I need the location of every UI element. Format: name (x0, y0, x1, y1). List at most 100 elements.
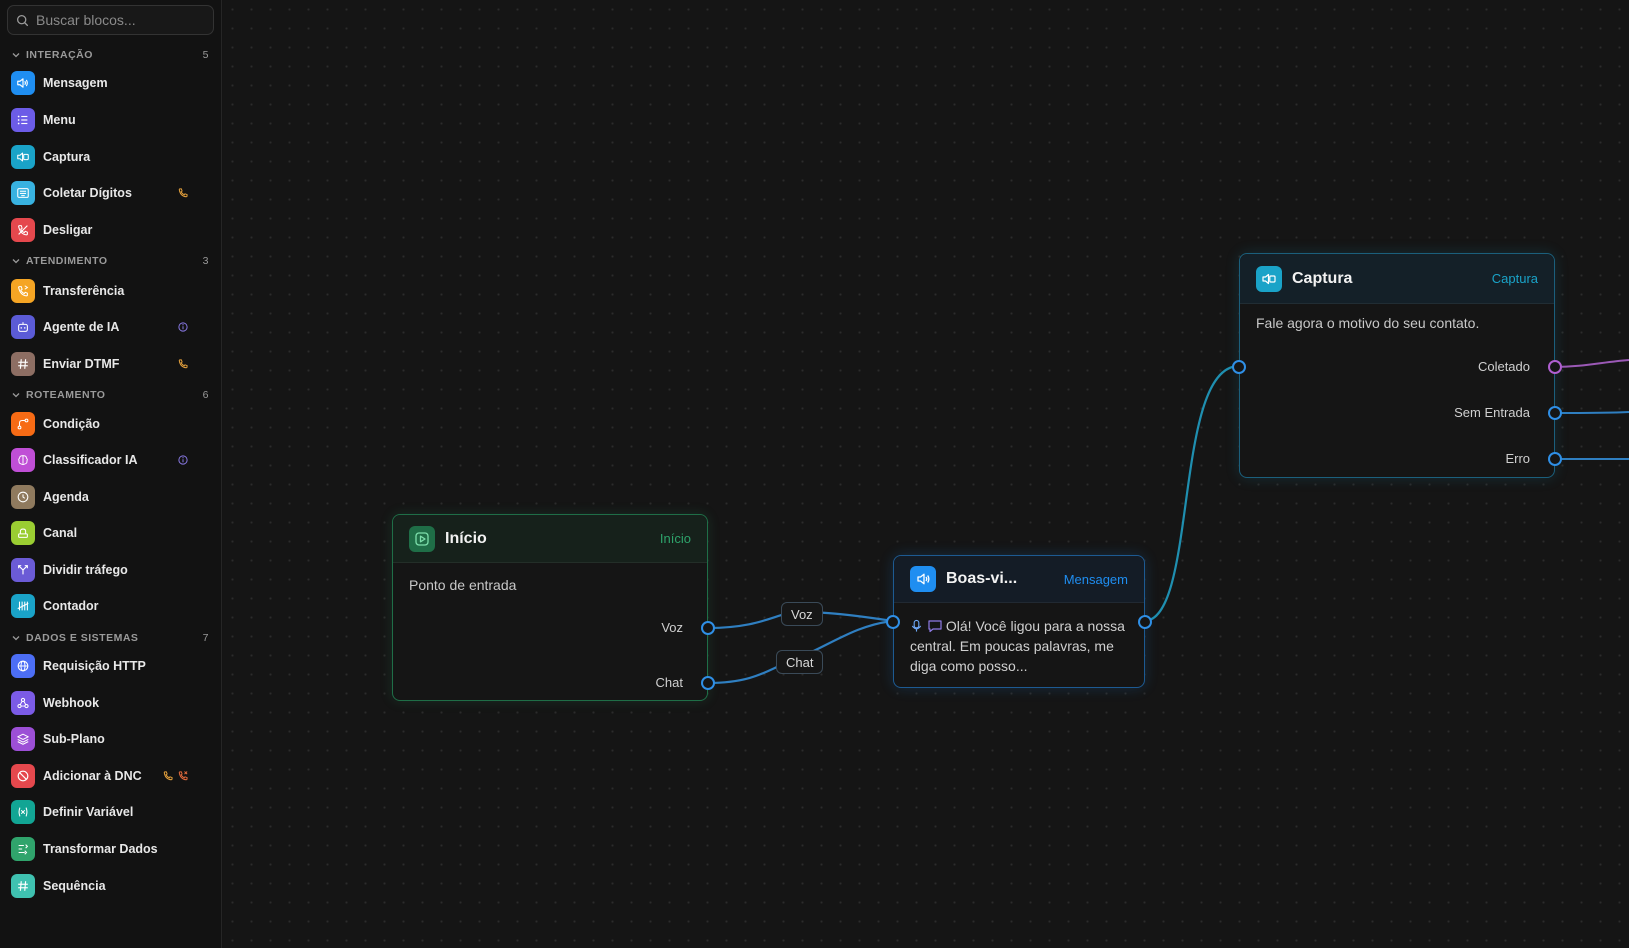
node-title: Boas-vi... (946, 570, 1018, 587)
output-handle-voz[interactable] (701, 621, 715, 635)
brain-icon (11, 448, 35, 472)
section-count: 6 (202, 389, 209, 401)
block-label: Condição (43, 417, 100, 431)
output-handle-erro[interactable] (1548, 452, 1562, 466)
block-label: Contador (43, 599, 99, 613)
node-inicio-header[interactable]: Início Início (393, 515, 707, 563)
output-label-sem-entrada: Sem Entrada (1454, 405, 1530, 420)
output-handle-sem-entrada[interactable] (1548, 406, 1562, 420)
node-captura-header[interactable]: Captura Captura (1240, 254, 1554, 304)
speaker-icon (11, 71, 35, 95)
block-item-transferencia[interactable]: Transferência (4, 274, 216, 308)
node-boas-vindas-header[interactable]: Boas-vi... Mensagem (894, 556, 1144, 603)
chevron-down-icon (12, 259, 20, 264)
block-item-sequencia[interactable]: Sequência (4, 869, 216, 903)
block-item-desligar[interactable]: Desligar (4, 213, 216, 247)
block-item-classificador-ia[interactable]: Classificador IA (4, 443, 216, 477)
output-handle-chat[interactable] (701, 676, 715, 690)
block-label: Enviar DTMF (43, 357, 120, 371)
channel-icon (11, 521, 35, 545)
block-item-contador[interactable]: Contador (4, 589, 216, 623)
output-handle-coletado[interactable] (1548, 360, 1562, 374)
section-header-intera-o[interactable]: INTERAÇÃO 5 (0, 46, 221, 64)
section-header-roteamento[interactable]: ROTEAMENTO 6 (0, 386, 221, 404)
edge-label-chat[interactable]: Chat (776, 650, 824, 674)
block-item-coletar-digitos[interactable]: Coletar Dígitos (4, 176, 216, 210)
hash-icon (11, 874, 35, 898)
block-label: Captura (43, 150, 91, 164)
block-item-agente-de-ia[interactable]: Agente de IA (4, 310, 216, 344)
output-label-voz: Voz (661, 620, 683, 635)
chevron-down-icon (12, 53, 20, 58)
block-item-menu[interactable]: Menu (4, 103, 216, 137)
edge-label-voz[interactable]: Voz (781, 602, 823, 626)
block-label: Mensagem (43, 76, 108, 90)
block-item-canal[interactable]: Canal (4, 516, 216, 550)
edge-captura-sem-entrada[interactable] (1553, 411, 1629, 414)
capture-icon (1256, 265, 1282, 292)
search-box[interactable] (7, 5, 214, 35)
chevron-down-icon (12, 393, 20, 398)
block-item-definir-variavel[interactable]: Definir Variável (4, 795, 216, 829)
block-label: Agente de IA (43, 320, 120, 334)
flow-canvas[interactable]: Voz Chat Início Início Ponto de entrada … (223, 0, 1629, 948)
block-label: Desligar (43, 223, 93, 237)
block-item-captura[interactable]: Captura (4, 140, 216, 174)
section-count: 5 (202, 49, 209, 61)
block-label: Sub-Plano (43, 732, 105, 746)
robot-icon (11, 315, 35, 339)
node-inicio[interactable]: Início Início Ponto de entrada Voz Chat (392, 514, 715, 701)
node-description: Fale agora o motivo do seu contato. (1256, 315, 1480, 331)
phone-icon (177, 187, 189, 199)
block-item-requisicao-http[interactable]: Requisição HTTP (4, 649, 216, 683)
hash-icon (11, 352, 35, 376)
block-label: Agenda (43, 490, 89, 504)
block-item-sub-plano[interactable]: Sub-Plano (4, 722, 216, 756)
play-icon (409, 525, 435, 552)
mic-icon (910, 618, 923, 632)
section-count: 3 (202, 255, 209, 267)
node-type: Mensagem (1063, 571, 1128, 587)
block-item-webhook[interactable]: Webhook (4, 686, 216, 720)
hangup-icon (11, 218, 35, 242)
node-description: Ponto de entrada (409, 577, 517, 593)
block-item-transformar-dados[interactable]: Transformar Dados (4, 832, 216, 866)
section-title: ATENDIMENTO (26, 255, 108, 267)
node-type: Captura (1491, 271, 1538, 286)
edge-boas-vindas-captura[interactable] (1143, 364, 1240, 623)
block-label: Sequência (43, 879, 106, 893)
node-boas-vindas[interactable]: Boas-vi... Mensagem Olá! Você ligou para… (886, 555, 1152, 688)
input-handle[interactable] (1232, 360, 1246, 374)
output-label-erro: Erro (1505, 451, 1530, 466)
edge-captura-coletado[interactable] (1553, 359, 1629, 368)
message-preview: Olá! Você ligou para a nossa central. Em… (910, 616, 1130, 676)
split-icon (11, 558, 35, 582)
phone-missed-icon (177, 770, 189, 782)
block-label: Definir Variável (43, 805, 134, 819)
section-header-dados-e-sistemas[interactable]: DADOS E SISTEMAS 7 (0, 629, 221, 647)
block-label: Coletar Dígitos (43, 186, 132, 200)
output-label-chat: Chat (655, 675, 683, 690)
phone-icon (162, 770, 174, 782)
transfer-icon (11, 279, 35, 303)
block-label: Transferência (43, 284, 125, 298)
phone-icon (177, 358, 189, 370)
section-title: DADOS E SISTEMAS (26, 632, 139, 644)
block-item-condicao[interactable]: Condição (4, 407, 216, 441)
input-handle[interactable] (886, 615, 900, 629)
search-input[interactable] (36, 12, 206, 28)
speaker-icon (910, 566, 936, 592)
node-title: Captura (1292, 269, 1353, 287)
block-label: Requisição HTTP (43, 659, 146, 673)
output-handle[interactable] (1138, 615, 1152, 629)
block-label: Classificador IA (43, 453, 138, 467)
node-captura[interactable]: Captura Captura Fale agora o motivo do s… (1232, 253, 1562, 478)
block-item-mensagem[interactable]: Mensagem (4, 66, 216, 100)
block-item-adicionar-a-dnc[interactable]: Adicionar à DNC (4, 759, 216, 793)
block-item-dividir-trafego[interactable]: Dividir tráfego (4, 553, 216, 587)
block-item-agenda[interactable]: Agenda (4, 480, 216, 514)
block-item-enviar-dtmf[interactable]: Enviar DTMF (4, 347, 216, 381)
section-header-atendimento[interactable]: ATENDIMENTO 3 (0, 252, 221, 270)
node-type: Início (659, 531, 691, 546)
block-label: Adicionar à DNC (43, 769, 142, 783)
